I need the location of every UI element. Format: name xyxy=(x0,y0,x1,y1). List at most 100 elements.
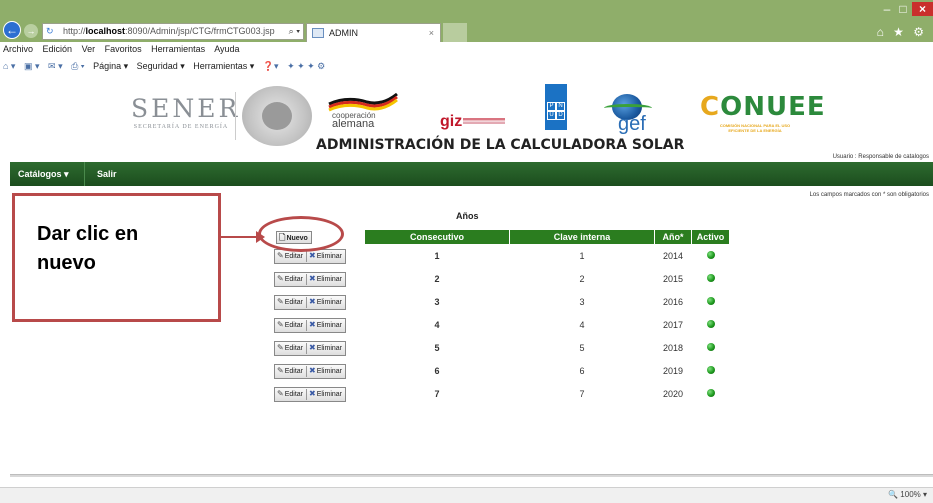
menu-archivo[interactable]: Archivo xyxy=(3,44,33,54)
cell-consecutivo: 4 xyxy=(364,313,510,337)
address-bar[interactable]: ↻ http://localhost:8090/Admin/jsp/CTG/fr… xyxy=(42,23,304,40)
header-consecutivo[interactable]: Consecutivo xyxy=(364,229,510,245)
editar-label: Editar xyxy=(284,344,303,352)
eliminar-button[interactable]: ✖Eliminar xyxy=(307,388,345,401)
delete-icon: ✖ xyxy=(309,296,316,306)
row-button-group: ✎Editar ✖Eliminar xyxy=(274,271,346,287)
eliminar-label: Eliminar xyxy=(316,344,342,352)
edit-icon: ✎ xyxy=(277,319,284,329)
zoom-level[interactable]: 🔍 100% ▾ xyxy=(888,490,927,499)
cell-consecutivo: 5 xyxy=(364,336,510,360)
url-host: localhost xyxy=(85,26,126,36)
help-icon[interactable]: ❓▾ xyxy=(263,61,279,71)
eliminar-button[interactable]: ✖Eliminar xyxy=(307,273,345,286)
edit-icon: ✎ xyxy=(277,273,284,283)
cell-activo xyxy=(691,382,730,406)
cell-anio: 2014 xyxy=(654,244,692,268)
nav-salir[interactable]: Salir xyxy=(84,162,117,186)
menu-ayuda[interactable]: Ayuda xyxy=(214,44,239,54)
seguridad-menu[interactable]: Seguridad ▾ xyxy=(137,61,185,71)
table-row: ✎Editar ✖Eliminar 5 5 2018 xyxy=(270,336,730,360)
eliminar-button[interactable]: ✖Eliminar xyxy=(307,365,345,378)
url-rest: :8090/Admin/jsp/CTG/frmCTG003.jsp xyxy=(125,26,275,36)
print-icon[interactable]: ⎙ ▾ xyxy=(71,61,84,71)
row-actions: ✎Editar ✖Eliminar xyxy=(270,336,365,360)
tab-close-icon[interactable]: × xyxy=(429,24,434,42)
editar-button[interactable]: ✎Editar xyxy=(275,296,306,309)
active-status-icon xyxy=(706,389,715,397)
eliminar-button[interactable]: ✖Eliminar xyxy=(307,342,345,355)
delete-icon: ✖ xyxy=(309,273,316,283)
coop-line2: alemana xyxy=(332,118,375,130)
undp-u: U xyxy=(547,111,556,120)
conuee-first-letter: C xyxy=(700,92,721,122)
table-row: ✎Editar ✖Eliminar 7 7 2020 xyxy=(270,382,730,406)
menu-herramientas[interactable]: Herramientas xyxy=(151,44,205,54)
table-row: ✎Editar ✖Eliminar 2 2 2015 xyxy=(270,267,730,291)
cell-activo xyxy=(691,336,730,360)
menu-favoritos[interactable]: Favoritos xyxy=(105,44,142,54)
eliminar-button[interactable]: ✖Eliminar xyxy=(307,250,345,263)
toolbar-extra-icons[interactable]: ✦ ✦ ✦ ⚙ xyxy=(287,61,325,71)
herramientas-menu[interactable]: Herramientas ▾ xyxy=(193,61,254,71)
eliminar-button[interactable]: ✖Eliminar xyxy=(307,296,345,309)
header-anio[interactable]: Año* xyxy=(654,229,692,245)
search-icon[interactable]: ⌕ ▾ xyxy=(289,24,300,39)
row-actions: ✎Editar ✖Eliminar xyxy=(270,267,365,291)
editar-button[interactable]: ✎Editar xyxy=(275,342,306,355)
editar-button[interactable]: ✎Editar xyxy=(275,319,306,332)
menu-bar: Archivo Edición Ver Favoritos Herramient… xyxy=(0,42,933,57)
header-activo[interactable]: Activo xyxy=(691,229,730,245)
menu-ver[interactable]: Ver xyxy=(82,44,96,54)
eliminar-button[interactable]: ✖Eliminar xyxy=(307,319,345,332)
cell-consecutivo: 3 xyxy=(364,290,510,314)
editar-button[interactable]: ✎Editar xyxy=(275,365,306,378)
mail-icon[interactable]: ✉ ▾ xyxy=(48,61,63,71)
pagina-menu[interactable]: Página ▾ xyxy=(93,61,128,71)
table-caption: Años xyxy=(456,211,479,221)
cell-anio: 2018 xyxy=(654,336,692,360)
row-actions: ✎Editar ✖Eliminar xyxy=(270,359,365,383)
delete-icon: ✖ xyxy=(309,388,316,398)
back-button[interactable]: ← xyxy=(3,21,21,39)
cell-anio: 2016 xyxy=(654,290,692,314)
eliminar-label: Eliminar xyxy=(316,275,342,283)
row-button-group: ✎Editar ✖Eliminar xyxy=(274,340,346,356)
undp-n: N xyxy=(556,102,565,111)
edit-icon: ✎ xyxy=(277,365,284,375)
close-window-button[interactable]: × xyxy=(912,2,933,16)
cell-anio: 2015 xyxy=(654,267,692,291)
edit-icon: ✎ xyxy=(277,388,284,398)
new-tab-button[interactable] xyxy=(443,23,467,42)
editar-button[interactable]: ✎Editar xyxy=(275,388,306,401)
minimize-button[interactable]: – xyxy=(880,2,894,16)
browser-tab-admin[interactable]: ADMIN × xyxy=(306,23,441,42)
tab-title: ADMIN xyxy=(329,28,358,38)
row-button-group: ✎Editar ✖Eliminar xyxy=(274,386,346,402)
cell-clave-interna: 6 xyxy=(509,359,655,383)
conuee-rest: ONUEE xyxy=(720,92,826,122)
cell-consecutivo: 2 xyxy=(364,267,510,291)
callout-arrow-line xyxy=(221,236,261,238)
row-actions: ✎Editar ✖Eliminar xyxy=(270,290,365,314)
nav-catalogos[interactable]: Catálogos ▾ xyxy=(10,162,84,186)
delete-icon: ✖ xyxy=(309,250,316,260)
required-fields-note: Los campos marcados con * son obligatori… xyxy=(809,192,929,198)
home-icon[interactable]: ⌂ ▾ xyxy=(3,61,15,71)
editar-label: Editar xyxy=(284,321,303,329)
maximize-button[interactable]: □ xyxy=(896,2,910,16)
editar-button[interactable]: ✎Editar xyxy=(275,273,306,286)
giz-logo: giz xyxy=(440,113,463,130)
editar-label: Editar xyxy=(284,298,303,306)
undp-d: D xyxy=(556,111,565,120)
forward-button[interactable]: → xyxy=(24,24,38,38)
active-status-icon xyxy=(706,251,715,259)
cooperacion-alemana-flag-icon xyxy=(328,92,398,112)
header-clave-interna[interactable]: Clave interna xyxy=(509,229,655,245)
feeds-icon[interactable]: ▣ ▾ xyxy=(24,61,40,71)
menu-edicion[interactable]: Edición xyxy=(43,44,73,54)
callout-line2: nuevo xyxy=(37,252,96,274)
home-favorites-settings-icons[interactable]: ⌂ ★ ⚙ xyxy=(877,25,927,39)
status-bar: 🔍 100% ▾ xyxy=(0,487,933,503)
highlight-ring xyxy=(258,216,344,252)
